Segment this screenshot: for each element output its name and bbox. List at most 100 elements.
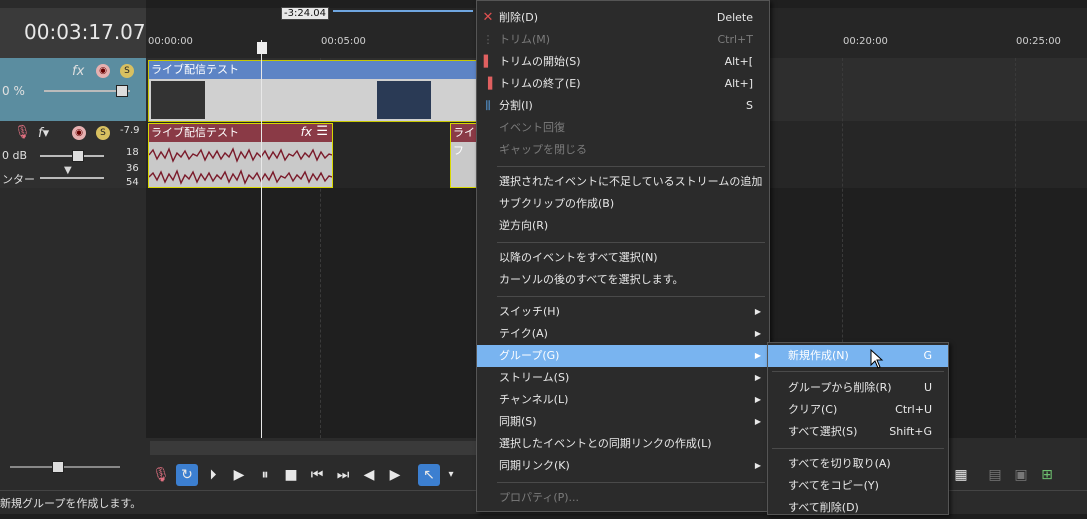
go-to-end-icon[interactable]: ⏭ [332, 464, 354, 486]
audio-clip[interactable]: ライブ配信テスト fx ☰ [148, 123, 333, 188]
submenu-arrow-icon: ▶ [754, 351, 761, 360]
menu-item-sync-link[interactable]: 同期リンク(K) ▶ [477, 455, 769, 477]
ruler-tick-label: 00:00:00 [148, 36, 193, 47]
menu-item-add-missing-streams[interactable]: 選択されたイベントに不足しているストリームの追加 [477, 171, 769, 193]
loop-region-bar[interactable] [333, 10, 473, 12]
tool-dropdown-icon[interactable]: ▾ [440, 464, 462, 486]
split-icon: ⫼ [485, 99, 491, 112]
status-text: 新規グループを作成します。 [0, 497, 142, 510]
mute-icon[interactable]: ◉ [72, 126, 86, 140]
submenu-item-cut-all[interactable]: すべてを切り取り(A) [768, 453, 948, 475]
video-thumbnail [377, 81, 431, 119]
menu-item-create-sync-link[interactable]: 選択したイベントとの同期リンクの作成(L) [477, 433, 769, 455]
lock-envelopes-icon[interactable]: ▣ [1010, 464, 1032, 486]
menu-item-switch[interactable]: スイッチ(H) ▶ [477, 301, 769, 323]
menu-item-shortcut: Ctrl+U [895, 403, 932, 416]
mute-icon[interactable]: ◉ [96, 64, 110, 78]
grid-line [1015, 58, 1016, 438]
submenu-item-select-all[interactable]: すべて選択(S) Shift+G [768, 421, 948, 443]
loop-icon[interactable]: ↻ [176, 464, 198, 486]
menu-item-close-gap[interactable]: ギャップを閉じる [477, 139, 769, 161]
menu-item-create-subclip[interactable]: サブクリップの作成(B) [477, 193, 769, 215]
pan-slider[interactable] [40, 177, 104, 179]
previous-frame-icon[interactable]: ◀ [358, 464, 380, 486]
submenu-arrow-icon: ▶ [754, 373, 761, 382]
waveform [149, 147, 332, 163]
meter-mark: 36 [126, 163, 139, 174]
submenu-item-delete-all[interactable]: すべて削除(D) [768, 497, 948, 519]
submenu-item-clear[interactable]: クリア(C) Ctrl+U [768, 399, 948, 421]
solo-icon[interactable]: S [120, 64, 134, 78]
stop-icon[interactable]: ■ [280, 464, 302, 486]
menu-item-channel[interactable]: チャンネル(L) ▶ [477, 389, 769, 411]
context-menu: ✕ 削除(D) Delete ⋮ トリム(M) Ctrl+T ▌ トリムの開始(… [476, 0, 770, 512]
go-to-start-icon[interactable]: ⏮ [306, 464, 328, 486]
video-level-knob[interactable] [116, 85, 128, 97]
fx-icon[interactable]: fx [72, 64, 84, 79]
audio-level-knob[interactable] [72, 150, 84, 162]
video-track-header[interactable]: fx ◉ S 0 % [0, 58, 146, 121]
video-clip[interactable]: ライブ配信テスト [148, 60, 480, 122]
menu-item-select-after-cursor[interactable]: カーソルの後のすべてを選択します。 [477, 269, 769, 291]
menu-item-trim-end[interactable]: ▐ トリムの終了(E) Alt+] [477, 73, 769, 95]
record-icon[interactable]: 🎙 [150, 464, 172, 486]
submenu-arrow-icon: ▶ [754, 307, 761, 316]
submenu-item-copy-all[interactable]: すべてをコピー(Y) [768, 475, 948, 497]
pan-down-icon[interactable]: ▼ [64, 165, 72, 176]
menu-separator [497, 166, 765, 167]
menu-item-shortcut: Shift+G [889, 425, 932, 438]
menu-item-shortcut: S [746, 99, 753, 112]
submenu-item-remove-from-group[interactable]: グループから削除(R) U [768, 377, 948, 399]
zoom-knob[interactable] [52, 461, 64, 473]
auto-ripple-icon[interactable]: ▤ [984, 464, 1006, 486]
pause-icon[interactable]: ⏸ [254, 464, 276, 486]
delete-x-icon: ✕ [482, 10, 494, 25]
snap-icon[interactable]: ▦ [950, 464, 972, 486]
menu-item-select-events-after[interactable]: 以降のイベントをすべて選択(N) [477, 247, 769, 269]
menu-item-label: イベント回復 [499, 121, 565, 134]
add-marker-icon[interactable]: ⊞ [1036, 464, 1058, 486]
menu-item-split[interactable]: ⫼ 分割(I) S [477, 95, 769, 117]
trim-icon: ⋮ [482, 33, 494, 46]
menu-item-trim-start[interactable]: ▌ トリムの開始(S) Alt+[ [477, 51, 769, 73]
next-frame-icon[interactable]: ▶ [384, 464, 406, 486]
menu-item-sync[interactable]: 同期(S) ▶ [477, 411, 769, 433]
menu-item-take[interactable]: テイク(A) ▶ [477, 323, 769, 345]
menu-item-reverse[interactable]: 逆方向(R) [477, 215, 769, 237]
menu-item-shortcut: Delete [716, 11, 753, 24]
menu-item-delete[interactable]: ✕ 削除(D) Delete [477, 7, 769, 29]
submenu-item-new-group[interactable]: 新規作成(N) G [768, 345, 948, 367]
playhead-handle[interactable] [257, 42, 267, 54]
menu-item-shortcut: U [923, 381, 932, 394]
menu-item-label: 同期リンク(K) [499, 459, 570, 472]
menu-item-label: すべてをコピー(Y) [788, 479, 879, 492]
menu-item-shortcut: Ctrl+T [717, 33, 753, 46]
menu-item-trim[interactable]: ⋮ トリム(M) Ctrl+T [477, 29, 769, 51]
pan-label: ンター [2, 173, 35, 186]
fx-icon[interactable]: fx [301, 125, 312, 139]
audio-track-header[interactable]: 🎙 f▾ ◉ S -7.9 0 dB ンター ▼ 18 36 54 [0, 121, 146, 188]
menu-item-label: 選択されたイベントに不足しているストリームの追加 [499, 175, 763, 188]
play-from-start-icon[interactable]: ⏵ [202, 464, 224, 486]
horizontal-scrollbar[interactable] [150, 441, 480, 455]
menu-item-group[interactable]: グループ(G) ▶ [477, 345, 769, 367]
menu-item-label: ストリーム(S) [499, 371, 570, 384]
menu-item-properties[interactable]: プロパティ(P)... [477, 487, 769, 509]
menu-item-label: トリムの終了(E) [499, 77, 581, 90]
menu-item-label: サブクリップの作成(B) [499, 197, 615, 210]
fx-dropdown-icon[interactable]: f▾ [38, 126, 49, 141]
play-icon[interactable]: ▶ [228, 464, 250, 486]
solo-icon[interactable]: S [96, 126, 110, 140]
zoom-slider[interactable] [10, 466, 120, 468]
menu-icon[interactable]: ☰ [316, 124, 328, 139]
meter-mark: 18 [126, 147, 139, 158]
menu-item-label: プロパティ(P)... [499, 491, 580, 504]
menu-item-label: 選択したイベントとの同期リンクの作成(L) [499, 437, 712, 450]
menu-item-label: トリムの開始(S) [499, 55, 581, 68]
normal-edit-tool-icon[interactable]: ↖ [418, 464, 440, 486]
menu-item-stream[interactable]: ストリーム(S) ▶ [477, 367, 769, 389]
microphone-icon[interactable]: 🎙 [14, 125, 31, 140]
menu-item-restore-event[interactable]: イベント回復 [477, 117, 769, 139]
time-display: 00:03:17.07 [24, 20, 146, 44]
playhead-line[interactable] [261, 40, 262, 438]
